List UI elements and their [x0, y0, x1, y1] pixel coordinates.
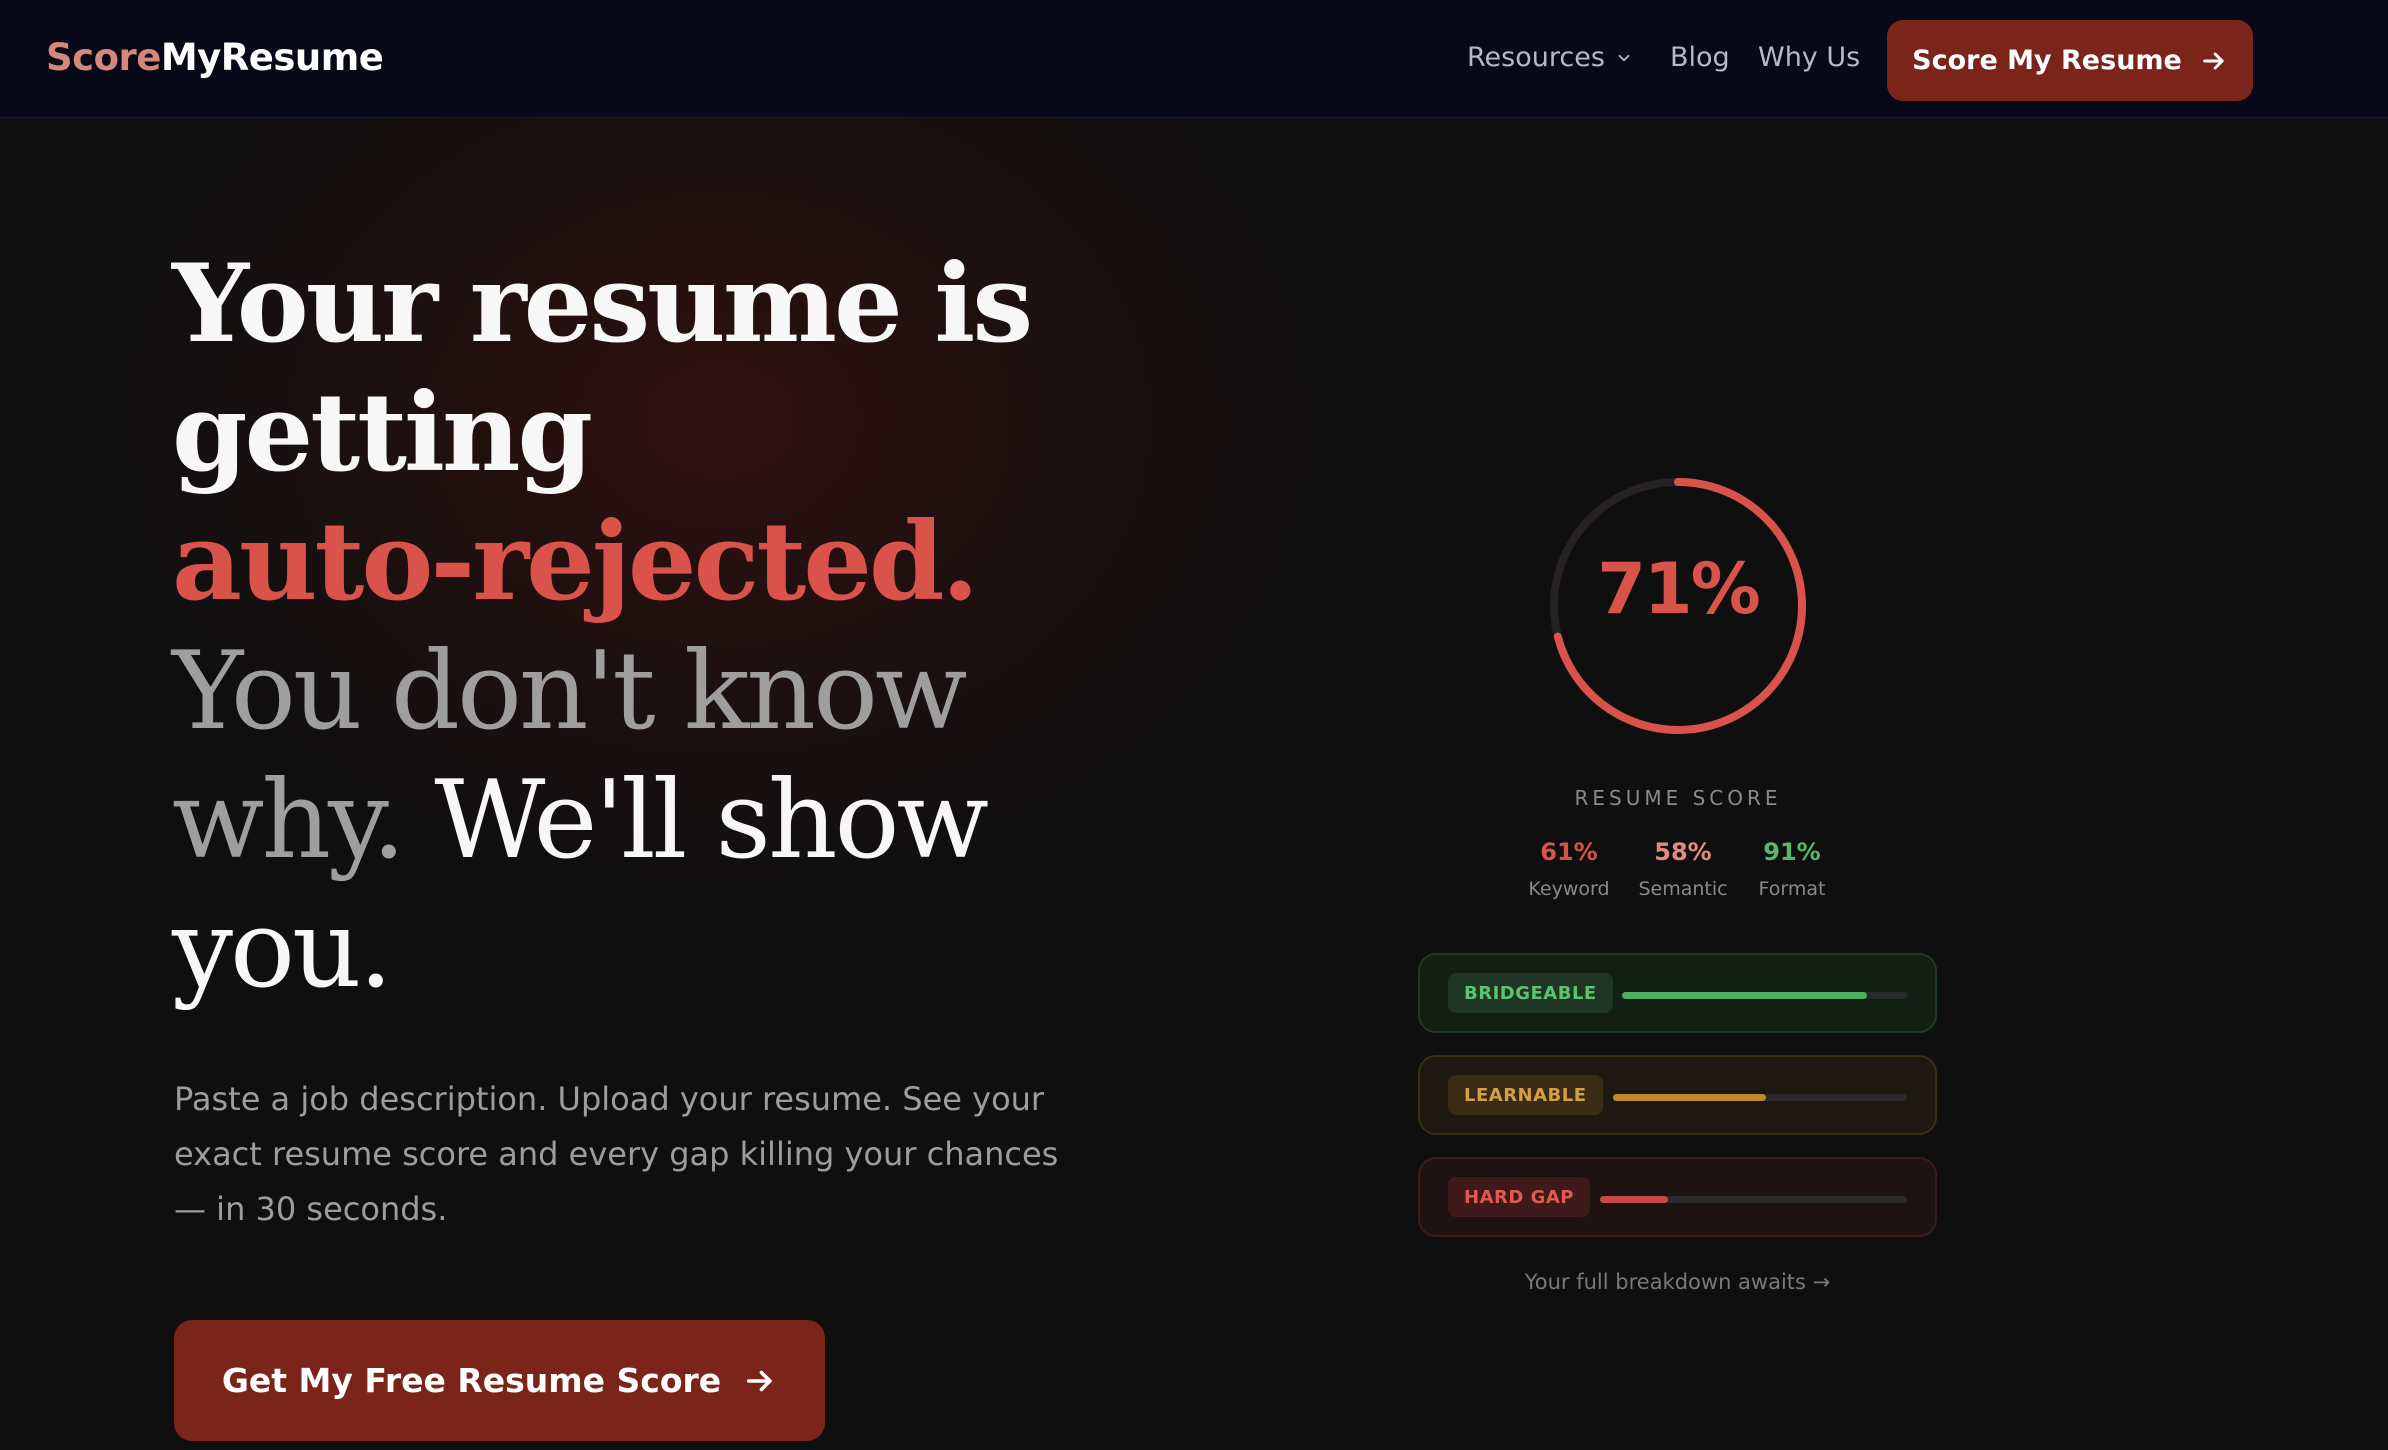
metric-format-name: Format [1758, 878, 1826, 900]
arrow-right-icon [2203, 52, 2224, 69]
headline-you: you. [172, 887, 393, 1012]
gap-row-hard-gap: HARD GAP [1418, 1157, 1937, 1237]
hero-headline: Your resume is getting auto-rejected. Yo… [172, 240, 1052, 1014]
gap-bar-track [1622, 992, 1907, 999]
full-breakdown-link[interactable]: Your full breakdown awaits → [1418, 1270, 1937, 1294]
metric-keyword-value: 61% [1540, 838, 1598, 866]
headline-line-2: getting [172, 370, 593, 496]
gap-row-learnable: LEARNABLE [1418, 1055, 1937, 1135]
metric-keyword: 61% Keyword [1509, 838, 1629, 900]
metric-semantic-value: 58% [1654, 838, 1712, 866]
logo[interactable]: ScoreMyResume [46, 36, 384, 79]
get-free-score-label: Get My Free Resume Score [221, 1361, 722, 1400]
gap-bar-track [1600, 1196, 1907, 1203]
hero-subtitle: Paste a job description. Upload your res… [174, 1080, 1059, 1228]
page: ScoreMyResume Resources Blog Why Us Scor… [0, 0, 2388, 1450]
chevron-down-icon [1618, 54, 1630, 61]
metric-semantic: 58% Semantic [1623, 838, 1743, 900]
gap-tag-hard-gap: HARD GAP [1448, 1177, 1590, 1217]
nav-resources[interactable]: Resources [1467, 42, 1633, 73]
resume-score-label: RESUME SCORE [1574, 786, 1782, 810]
metric-format-value: 91% [1763, 838, 1821, 866]
gap-row-bridgeable: BRIDGEABLE [1418, 953, 1937, 1033]
logo-myresume: MyResume [160, 36, 384, 79]
nav-resources-label: Resources [1467, 42, 1605, 73]
headline-why: why. [172, 758, 406, 883]
headline-line-1: Your resume is [172, 241, 1033, 367]
arrow-right-icon [747, 1370, 772, 1391]
metric-keyword-name: Keyword [1528, 878, 1610, 900]
top-nav: ScoreMyResume Resources Blog Why Us Scor… [0, 0, 2388, 118]
headline-auto-rejected: auto-rejected. [172, 499, 979, 625]
gap-bar-fill [1600, 1196, 1668, 1203]
gap-bar-track [1613, 1094, 1907, 1101]
get-free-score-button[interactable]: Get My Free Resume Score [174, 1320, 825, 1441]
nav-why-us[interactable]: Why Us [1758, 42, 1860, 73]
gap-tag-learnable: LEARNABLE [1448, 1075, 1603, 1115]
score-percentage: 71% [1597, 548, 1761, 630]
gap-bar-fill [1622, 992, 1868, 999]
gap-bar-fill [1613, 1094, 1766, 1101]
gap-tag-bridgeable: BRIDGEABLE [1448, 973, 1613, 1013]
logo-score: Score [46, 36, 161, 79]
headline-well-show: We'll show [434, 758, 989, 883]
nav-blog-label: Blog [1670, 42, 1730, 73]
metric-semantic-name: Semantic [1638, 878, 1728, 900]
score-my-resume-button[interactable]: Score My Resume [1887, 20, 2253, 101]
headline-dont-know: You don't know [172, 629, 967, 754]
metric-format: 91% Format [1732, 838, 1852, 900]
nav-why-us-label: Why Us [1758, 42, 1861, 73]
nav-blog[interactable]: Blog [1670, 42, 1730, 73]
score-my-resume-label: Score My Resume [1912, 45, 2182, 76]
